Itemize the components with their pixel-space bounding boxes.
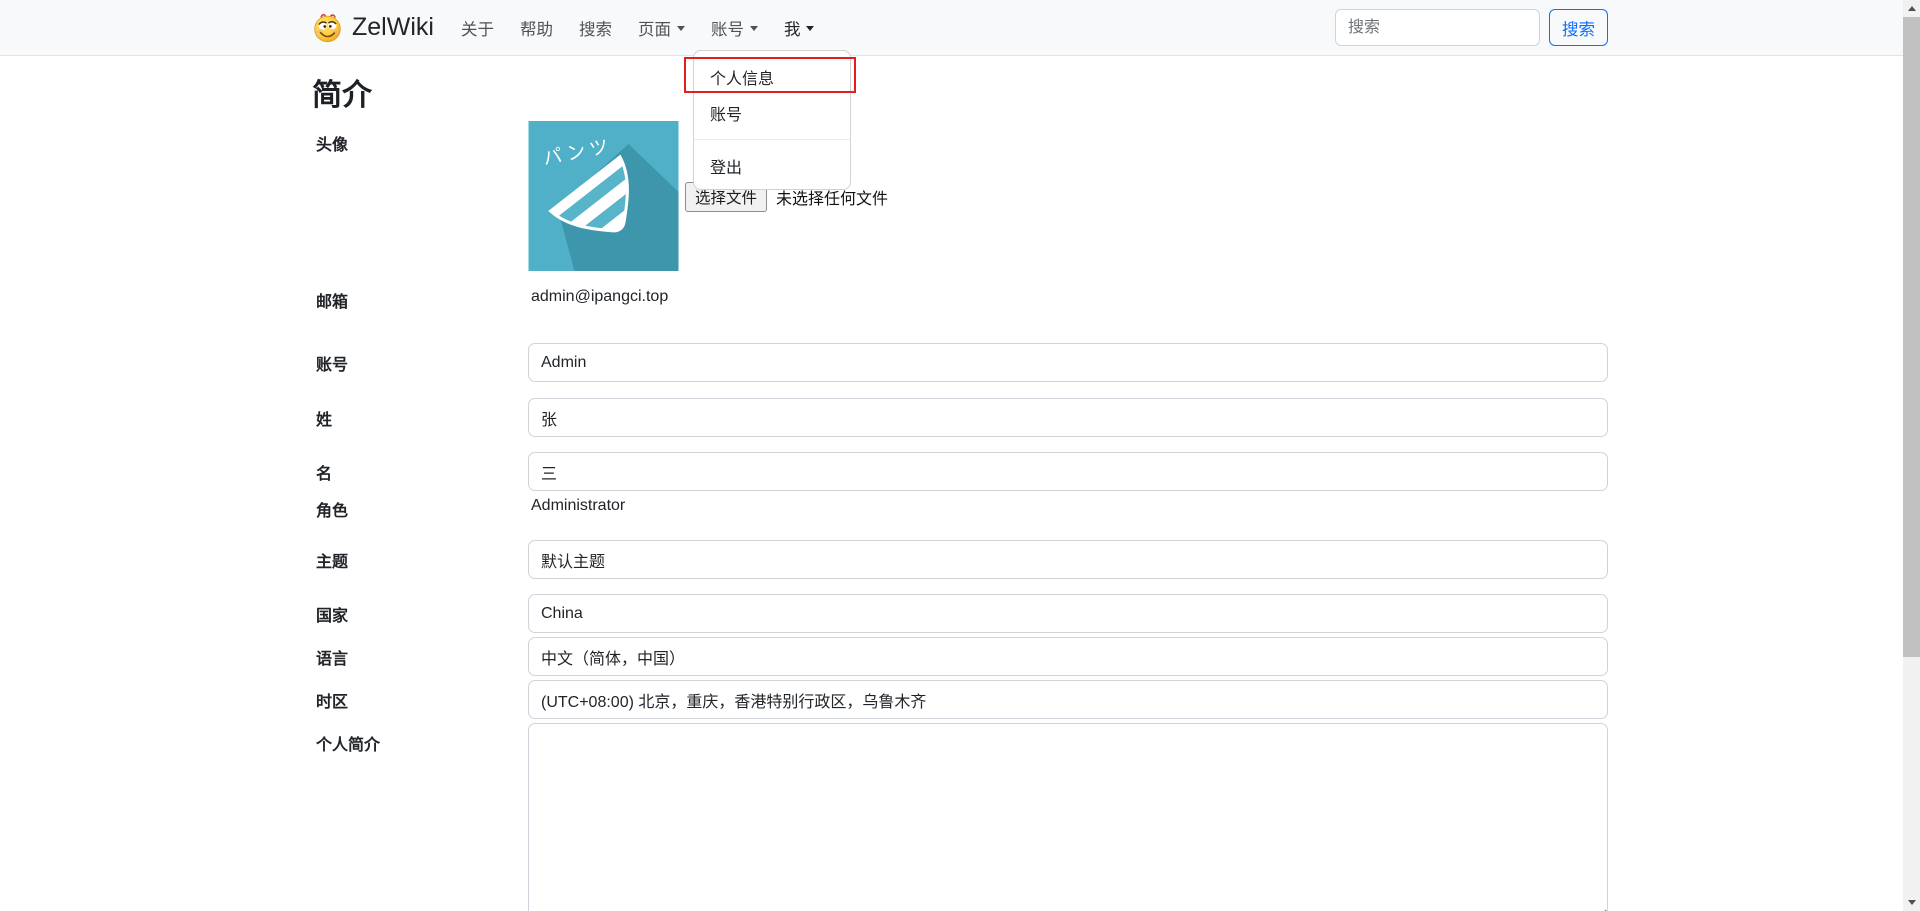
nav-item-pages[interactable]: 页面	[625, 8, 698, 48]
role-value: Administrator	[528, 497, 1608, 515]
field-label-username: 账号	[312, 343, 528, 382]
country-field[interactable]	[528, 594, 1608, 633]
menu-item-profile[interactable]: 个人信息	[694, 59, 850, 95]
field-label-role: 角色	[312, 497, 528, 521]
search-input[interactable]	[1335, 9, 1540, 46]
avatar-image: パンツ	[528, 121, 679, 276]
brand-text: ZelWiki	[352, 13, 434, 42]
vertical-scrollbar[interactable]	[1903, 0, 1920, 911]
menu-item-account[interactable]: 账号	[694, 95, 850, 131]
search-button[interactable]: 搜索	[1549, 9, 1608, 46]
nav-item-account[interactable]: 账号	[698, 8, 771, 48]
field-label-avatar: 头像	[312, 121, 528, 276]
brand-link[interactable]: ZelWiki	[312, 12, 434, 43]
nav-links: 关于 帮助 搜索 页面 账号 我	[448, 8, 828, 48]
profile-form: 简介 头像 パンツ	[312, 0, 1608, 911]
nav-item-about[interactable]: 关于	[448, 8, 507, 48]
bio-textarea[interactable]	[528, 723, 1608, 911]
field-label-email: 邮箱	[312, 288, 528, 312]
timezone-field[interactable]	[528, 680, 1608, 719]
scroll-up-arrow-icon[interactable]	[1903, 0, 1920, 17]
field-label-language: 语言	[312, 637, 528, 676]
menu-item-logout[interactable]: 登出	[694, 148, 850, 184]
field-label-lastname: 姓	[312, 398, 528, 437]
theme-field[interactable]	[528, 540, 1608, 579]
caret-down-icon	[750, 26, 758, 31]
user-dropdown-menu: 个人信息 账号 登出	[693, 50, 851, 190]
scrollbar-thumb[interactable]	[1903, 17, 1920, 657]
scroll-down-arrow-icon[interactable]	[1903, 894, 1920, 911]
menu-divider	[694, 139, 850, 140]
firstname-field[interactable]	[528, 452, 1608, 491]
zelwiki-logo-icon	[312, 12, 343, 43]
language-field[interactable]	[528, 637, 1608, 676]
field-label-timezone: 时区	[312, 680, 528, 719]
caret-down-icon	[806, 26, 814, 31]
field-label-firstname: 名	[312, 452, 528, 491]
field-label-bio: 个人简介	[312, 723, 528, 911]
field-label-country: 国家	[312, 594, 528, 633]
navbar-search: 搜索	[1335, 9, 1608, 46]
top-navbar: ZelWiki 关于 帮助 搜索 页面 账号 我 搜索	[0, 0, 1920, 56]
email-value: admin@ipangci.top	[528, 288, 1608, 306]
nav-item-search[interactable]: 搜索	[566, 8, 625, 48]
nav-item-me[interactable]: 我	[771, 8, 828, 48]
field-label-theme: 主题	[312, 540, 528, 579]
lastname-field[interactable]	[528, 398, 1608, 437]
nav-item-help[interactable]: 帮助	[507, 8, 566, 48]
username-field[interactable]	[528, 343, 1608, 382]
caret-down-icon	[677, 26, 685, 31]
page-title: 简介	[312, 78, 1608, 114]
